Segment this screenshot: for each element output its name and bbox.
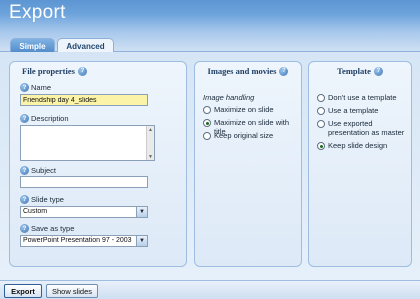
- subject-field[interactable]: [20, 176, 148, 188]
- title-bar: Export: [0, 0, 420, 32]
- tab-strip: Simple Advanced: [0, 32, 420, 53]
- description-scrollbar[interactable]: ▲ ▼: [146, 126, 154, 160]
- show-slides-button[interactable]: Show slides: [46, 284, 98, 298]
- help-icon[interactable]: ?: [20, 114, 29, 123]
- radio-label: Use a template: [328, 106, 379, 115]
- radio-use-template[interactable]: Use a template: [317, 106, 378, 115]
- template-title: Template: [337, 66, 371, 76]
- template-header: Template ?: [309, 66, 411, 76]
- radio-label: Keep original size: [214, 131, 274, 140]
- radio-button[interactable]: [317, 142, 325, 150]
- radio-keep-original-size[interactable]: Keep original size: [203, 131, 273, 140]
- chevron-down-icon[interactable]: ▼: [136, 207, 147, 217]
- subject-label: Subject: [31, 166, 57, 175]
- file-properties-header: File properties ?: [22, 66, 186, 76]
- radio-button[interactable]: [317, 107, 325, 115]
- radio-button[interactable]: [203, 132, 211, 140]
- tab-simple[interactable]: Simple: [10, 38, 55, 53]
- radio-button[interactable]: [317, 120, 325, 128]
- description-label-row: ? Description: [20, 114, 69, 123]
- slide-type-value: Custom: [23, 208, 48, 215]
- help-icon[interactable]: ?: [20, 224, 29, 233]
- subject-label-row: ? Subject: [20, 166, 56, 175]
- help-icon[interactable]: ?: [20, 166, 29, 175]
- slide-type-select[interactable]: Custom ▼: [20, 206, 148, 218]
- scroll-down-icon[interactable]: ▼: [147, 153, 154, 160]
- tab-advanced[interactable]: Advanced: [57, 38, 114, 53]
- slide-type-label: Slide type: [31, 195, 64, 204]
- radio-button[interactable]: [203, 106, 211, 114]
- radio-label: Keep slide design: [328, 141, 388, 150]
- save-as-type-label: Save as type: [31, 224, 75, 233]
- radio-maximize-on-slide[interactable]: Maximize on slide: [203, 105, 274, 114]
- help-icon[interactable]: ?: [20, 83, 29, 92]
- slide-type-label-row: ? Slide type: [20, 195, 64, 204]
- images-movies-title: Images and movies: [207, 66, 277, 76]
- radio-label: Don't use a template: [328, 93, 397, 102]
- help-icon[interactable]: ?: [77, 66, 87, 76]
- radio-label: Use exported presentation as master: [328, 119, 405, 137]
- help-icon[interactable]: ?: [20, 195, 29, 204]
- template-panel: Template ? Don't use a template Use a te…: [308, 61, 412, 267]
- radio-button[interactable]: [317, 94, 325, 102]
- window-title: Export: [9, 2, 66, 23]
- help-icon[interactable]: ?: [373, 66, 383, 76]
- radio-no-template[interactable]: Don't use a template: [317, 93, 397, 102]
- name-label-row: ? Name: [20, 83, 51, 92]
- main-content: File properties ? ? Name ? Description ▲…: [0, 52, 420, 280]
- name-label: Name: [31, 83, 52, 92]
- radio-exported-as-master[interactable]: Use exported presentation as master: [317, 119, 411, 137]
- image-handling-subhead: Image handling: [203, 93, 255, 102]
- save-as-type-value: PowerPoint Presentation 97 - 2003: [23, 237, 132, 244]
- scroll-up-icon[interactable]: ▲: [147, 126, 154, 133]
- name-field[interactable]: [20, 94, 148, 106]
- images-movies-header: Images and movies ?: [195, 66, 301, 76]
- help-icon[interactable]: ?: [279, 66, 289, 76]
- description-label: Description: [31, 114, 69, 123]
- radio-label: Maximize on slide: [214, 105, 274, 114]
- radio-keep-slide-design[interactable]: Keep slide design: [317, 141, 387, 150]
- file-properties-title: File properties: [22, 66, 75, 76]
- file-properties-panel: File properties ? ? Name ? Description ▲…: [9, 61, 187, 267]
- radio-button[interactable]: [203, 119, 211, 127]
- chevron-down-icon[interactable]: ▼: [136, 236, 147, 246]
- description-field[interactable]: ▲ ▼: [20, 125, 155, 161]
- save-as-type-label-row: ? Save as type: [20, 224, 74, 233]
- images-movies-panel: Images and movies ? Image handling Maxim…: [194, 61, 302, 267]
- save-as-type-select[interactable]: PowerPoint Presentation 97 - 2003 ▼: [20, 235, 148, 247]
- bottom-bar: Export Show slides: [0, 280, 420, 299]
- export-button[interactable]: Export: [4, 284, 42, 298]
